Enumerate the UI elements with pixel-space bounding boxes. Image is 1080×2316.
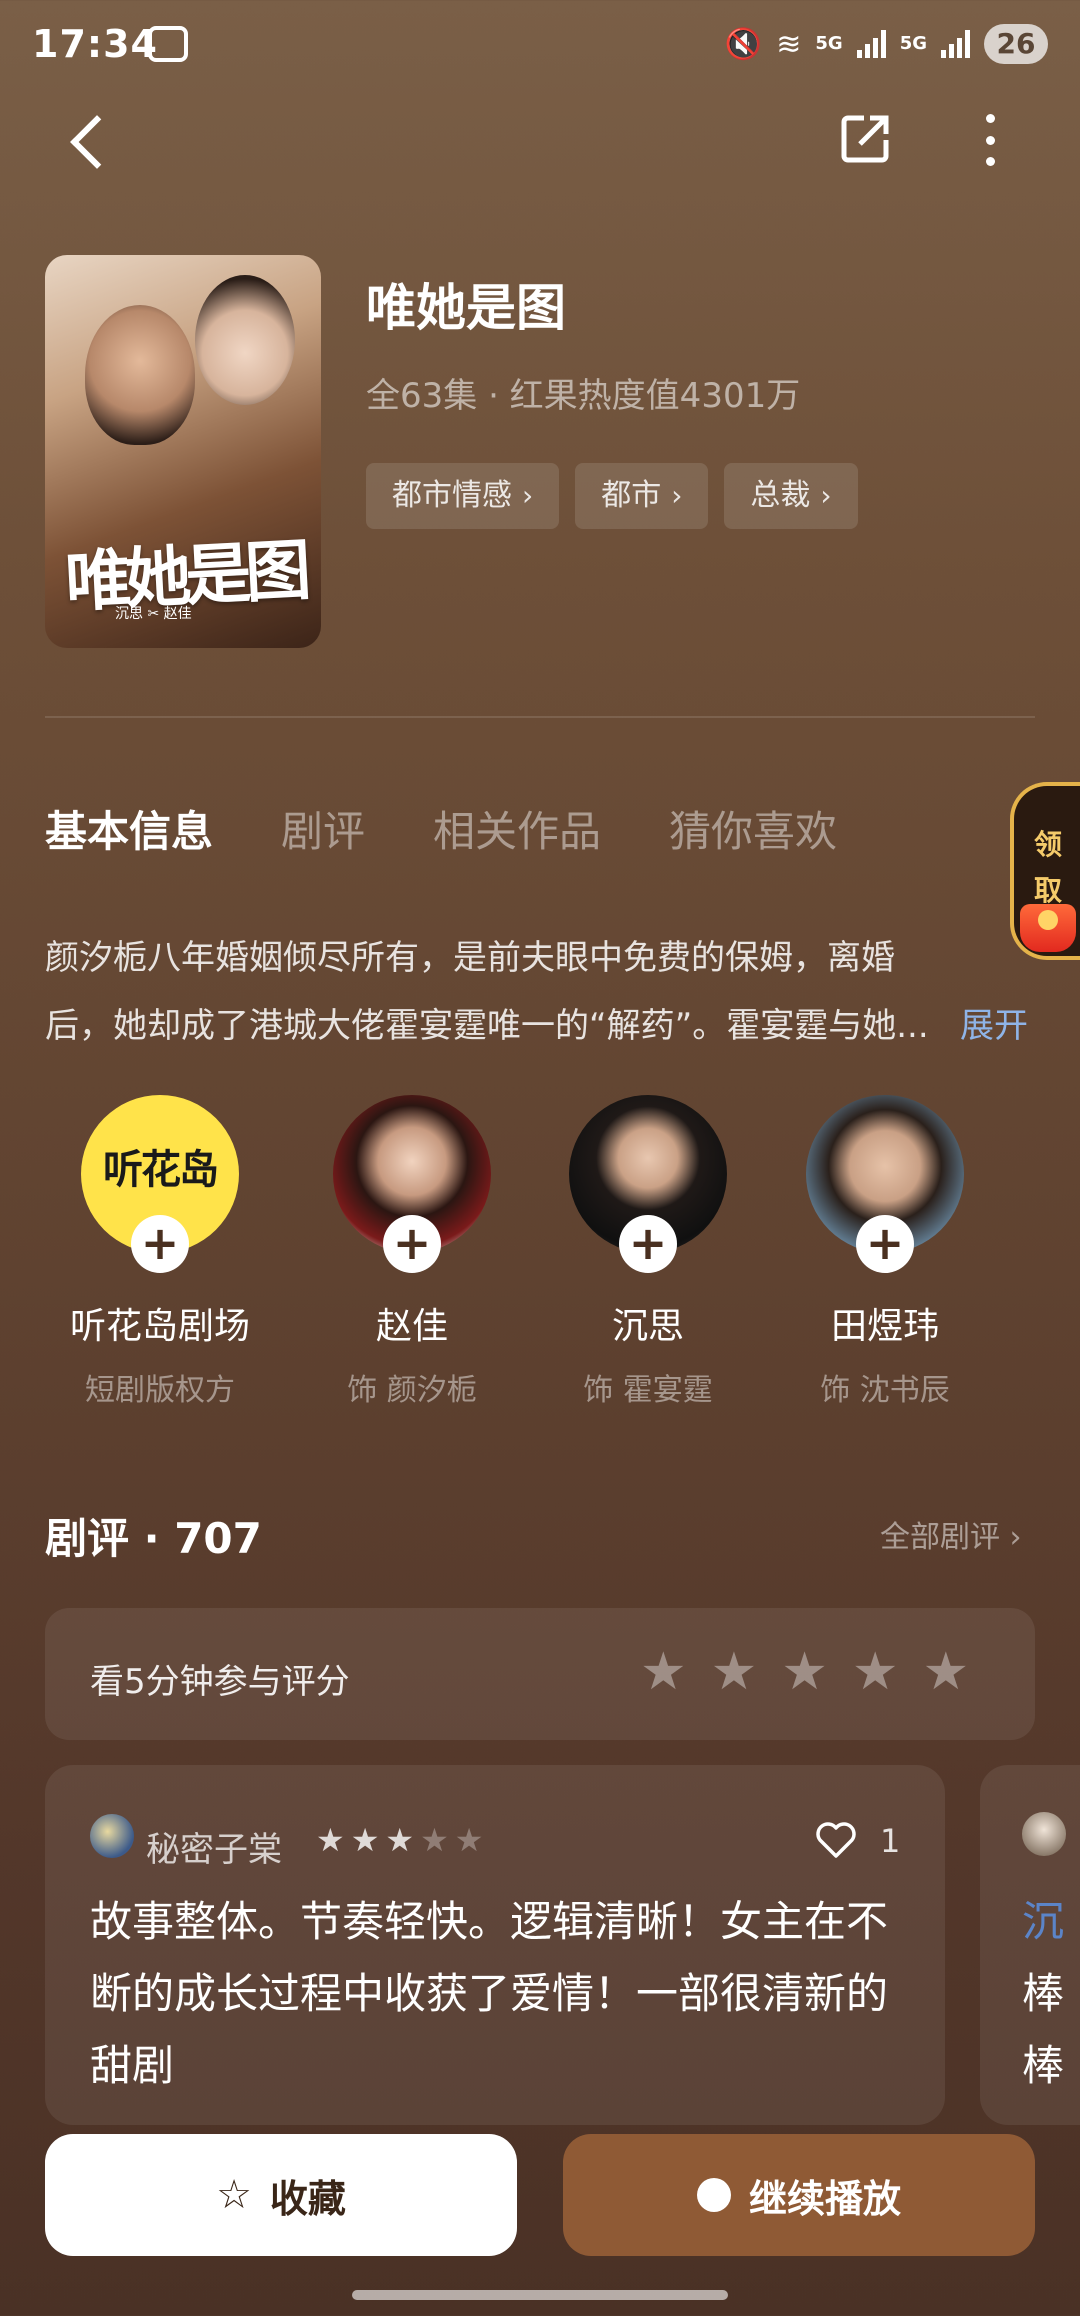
drama-poster[interactable]: 唯她是图 沉思 ✂ 赵佳: [45, 255, 321, 648]
star-icon[interactable]: ★: [852, 1644, 899, 1700]
genre-tags: 都市情感 › 都市 › 总裁 ›: [366, 463, 858, 529]
tab-basic-info[interactable]: 基本信息: [45, 798, 213, 859]
drama-meta: 全63集 · 红果热度值4301万: [366, 376, 801, 416]
section-tabs: 基本信息 剧评 相关作品 猜你喜欢: [45, 798, 837, 859]
genre-tag[interactable]: 都市 ›: [575, 463, 709, 529]
genre-tag[interactable]: 总裁 ›: [724, 463, 858, 529]
star-icon: ★: [385, 1821, 415, 1859]
avatar[interactable]: [90, 1814, 134, 1858]
tab-reviews[interactable]: 剧评: [281, 798, 365, 859]
star-icon[interactable]: ★: [711, 1644, 758, 1700]
red-envelope-icon: [1020, 904, 1076, 952]
network-5g-label-2: 5G: [899, 33, 927, 54]
tab-related-works[interactable]: 相关作品: [433, 798, 601, 859]
star-outline-icon: ☆: [216, 2172, 252, 2218]
follow-plus-icon[interactable]: +: [619, 1215, 677, 1273]
cast-name: 沉思: [611, 1306, 684, 1347]
favorite-button[interactable]: ☆ 收藏: [45, 2134, 517, 2256]
gesture-bar[interactable]: [352, 2290, 728, 2300]
review-preview: 沉 棒 棒: [1022, 1897, 1065, 2090]
signal-icon-2: [941, 30, 970, 58]
follow-plus-icon[interactable]: +: [856, 1215, 914, 1273]
rating-stars[interactable]: ★ ★ ★ ★ ★: [640, 1644, 969, 1700]
cast-name: 田煜玮: [830, 1306, 939, 1347]
poster-figure-female: [195, 275, 295, 405]
cast-role: 短剧版权方: [85, 1373, 235, 1408]
cast-item[interactable]: + 沉思 饰 霍宴霆: [543, 1095, 753, 1409]
share-button[interactable]: [838, 110, 894, 166]
more-options-button[interactable]: [968, 110, 1012, 170]
all-reviews-link[interactable]: 全部剧评 ›: [880, 1512, 1022, 1556]
poster-cast-credit: 沉思 ✂ 赵佳: [115, 606, 192, 622]
cast-item[interactable]: 听花岛 + 听花岛剧场 短剧版权方: [55, 1095, 265, 1409]
battery-indicator: 26: [984, 24, 1048, 64]
synopsis-text: 颜汐栀八年婚姻倾尽所有，是前夫眼中免费的保姆，离婚后，她却成了港城大佬霍宴霆唯一…: [45, 938, 929, 1046]
back-button[interactable]: [60, 105, 120, 175]
chevron-right-icon: ›: [671, 479, 683, 512]
like-count: 1: [880, 1822, 901, 1860]
play-label: 继续播放: [748, 2176, 901, 2221]
expand-link[interactable]: 展开: [960, 992, 1028, 1060]
review-text: 故事整体。节奏轻快。逻辑清晰！女主在不断的成长过程中收获了爱情！一部很清新的甜剧: [90, 1897, 889, 2090]
cast-role: 饰 霍宴霆: [583, 1373, 713, 1408]
review-username[interactable]: 秘密子棠: [146, 1822, 282, 1871]
genre-tag[interactable]: 都市情感 ›: [366, 463, 560, 529]
star-icon[interactable]: ★: [923, 1644, 970, 1700]
claim-reward-widget[interactable]: 领取: [1010, 782, 1080, 960]
chevron-right-icon: ›: [522, 479, 534, 512]
cast-item[interactable]: + 田煜玮 饰 沈书辰: [780, 1095, 990, 1409]
reward-label: 领取: [1033, 828, 1062, 907]
wifi-icon: ≋: [776, 26, 802, 62]
favorite-label: 收藏: [269, 2176, 346, 2221]
star-icon: ★: [420, 1821, 449, 1859]
like-button[interactable]: [814, 1818, 858, 1862]
follow-plus-icon[interactable]: +: [131, 1215, 189, 1273]
tab-recommendations[interactable]: 猜你喜欢: [669, 798, 837, 859]
status-time: 17:34: [32, 22, 158, 66]
share-icon: [841, 115, 889, 163]
heart-icon: [816, 1822, 856, 1858]
rating-prompt: 看5分钟参与评分: [90, 1662, 350, 1702]
divider: [45, 716, 1035, 718]
network-5g-label: 5G: [815, 33, 843, 54]
continue-play-button[interactable]: 继续播放: [563, 2134, 1035, 2256]
screenshot-icon: [148, 26, 188, 62]
cast-name: 赵佳: [375, 1306, 448, 1347]
review-rating: ★ ★ ★ ★ ★: [316, 1822, 483, 1858]
star-icon: ★: [454, 1821, 484, 1859]
status-bar: 17:34 🔇 ≋ 5G 5G 26: [0, 0, 1080, 90]
star-icon[interactable]: ★: [781, 1644, 828, 1700]
avatar: [1022, 1812, 1066, 1856]
status-icons: 🔇 ≋ 5G 5G 26: [725, 24, 1048, 64]
star-icon: ★: [316, 1821, 345, 1859]
poster-figure-male: [85, 305, 195, 445]
mute-icon: 🔇: [724, 26, 763, 62]
signal-icon: [856, 30, 886, 58]
reviews-header: 剧评 · 707: [45, 1514, 262, 1563]
star-icon: ★: [350, 1821, 380, 1859]
cast-role: 饰 沈书辰: [820, 1373, 950, 1408]
page-title: 唯她是图: [366, 279, 566, 337]
cast-role: 饰 颜汐栀: [347, 1373, 477, 1408]
cast-item[interactable]: + 赵佳 饰 颜汐栀: [307, 1095, 517, 1409]
chevron-right-icon: ›: [820, 479, 832, 512]
follow-plus-icon[interactable]: +: [383, 1215, 441, 1273]
cast-name: 听花岛剧场: [69, 1306, 250, 1347]
star-icon[interactable]: ★: [640, 1644, 687, 1700]
play-icon: [696, 2178, 731, 2212]
